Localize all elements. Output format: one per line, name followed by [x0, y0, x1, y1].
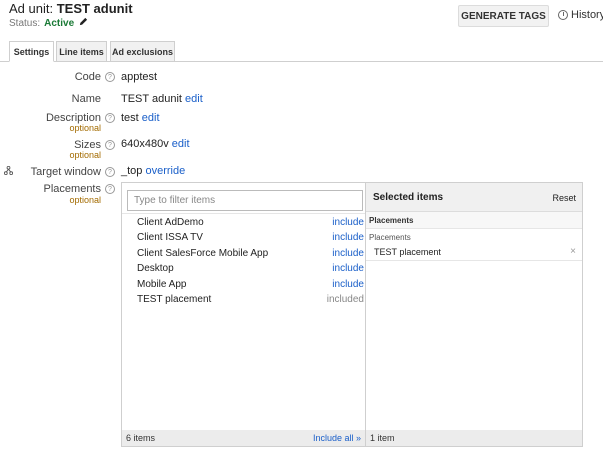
target-window-label: Target window [30, 166, 101, 178]
item-name: Client ISSA TV [137, 232, 203, 243]
description-optional: optional [69, 123, 101, 133]
tab-settings[interactable]: Settings [9, 41, 54, 62]
target-window-override-link[interactable]: override [145, 165, 185, 177]
available-items-pane: Client AdDemo include Client ISSA TV inc… [122, 183, 366, 446]
help-icon[interactable]: ? [105, 167, 115, 177]
available-footer: 6 items Include all » [122, 430, 365, 446]
include-link[interactable]: include [332, 279, 364, 290]
selected-title: Selected items [373, 192, 444, 203]
page-title: Ad unit: TEST adunit [9, 1, 133, 16]
include-all-link[interactable]: Include all » [313, 433, 361, 443]
help-icon[interactable]: ? [105, 72, 115, 82]
selected-item-name: TEST placement [374, 247, 441, 257]
sizes-edit-link[interactable]: edit [172, 138, 190, 150]
description-edit-link[interactable]: edit [142, 112, 160, 124]
sizes-row: 640x480v edit [121, 138, 190, 150]
item-name: Desktop [137, 263, 174, 274]
history-link[interactable]: History [558, 9, 603, 21]
placements-optional: optional [69, 195, 101, 205]
tab-ad-exclusions[interactable]: Ad exclusions [110, 41, 175, 62]
sizes-value: 640x480v [121, 138, 169, 150]
code-value: apptest [121, 71, 158, 83]
list-item: TEST placement included [137, 294, 364, 309]
list-item: Client SalesForce Mobile App include [137, 248, 364, 263]
include-link[interactable]: include [332, 232, 364, 243]
list-item: Client ISSA TV include [137, 232, 364, 247]
placements-label: Placements [43, 183, 101, 195]
divider [122, 213, 365, 214]
remove-icon[interactable]: × [570, 246, 576, 257]
list-item: Mobile App include [137, 279, 364, 294]
filter-input[interactable] [127, 190, 363, 211]
selected-items-pane: Selected items Reset Placements Placemen… [366, 183, 582, 446]
item-name: Client SalesForce Mobile App [137, 248, 269, 259]
group-header: Placements [366, 212, 582, 229]
selected-header: Selected items Reset [366, 183, 582, 212]
selected-item: TEST placement × [366, 244, 582, 261]
help-icon[interactable]: ? [105, 113, 115, 123]
status-badge: Active [44, 18, 75, 29]
history-label: History [571, 9, 603, 21]
status-label: Status: [9, 18, 41, 29]
selected-count: 1 item [366, 430, 582, 446]
item-name: Client AdDemo [137, 217, 204, 228]
name-edit-link[interactable]: edit [185, 93, 203, 105]
help-icon[interactable]: ? [105, 140, 115, 150]
generate-tags-button[interactable]: GENERATE TAGS [458, 5, 549, 27]
help-icon[interactable]: ? [105, 184, 115, 194]
item-name: TEST placement [137, 294, 212, 305]
list-item: Desktop include [137, 263, 364, 278]
item-name: Mobile App [137, 279, 187, 290]
code-label: Code [74, 71, 101, 83]
description-row: test edit [121, 112, 160, 124]
clock-icon [558, 10, 568, 20]
target-window-row: _top override [121, 165, 185, 177]
reset-button[interactable]: Reset [552, 193, 576, 203]
tab-line-items[interactable]: Line items [56, 41, 107, 62]
pencil-icon[interactable] [79, 17, 88, 29]
included-status: included [326, 294, 364, 305]
name-row: TEST adunit edit [121, 93, 203, 105]
title-name: TEST adunit [56, 1, 133, 16]
status-row: Status: Active [9, 17, 88, 29]
include-link[interactable]: include [332, 263, 364, 274]
group-label: Placements [369, 233, 411, 242]
include-link[interactable]: include [332, 248, 364, 259]
items-count: 6 items [126, 433, 156, 443]
target-window-value: _top [121, 165, 143, 177]
name-label: Name [71, 93, 101, 105]
description-value: test [121, 112, 139, 124]
include-link[interactable]: include [332, 217, 364, 228]
tab-bar: Settings Line items Ad exclusions [0, 41, 603, 62]
title-prefix: Ad unit: [9, 1, 54, 16]
placements-picker: Client AdDemo include Client ISSA TV inc… [121, 182, 583, 447]
name-value: TEST adunit [121, 93, 182, 105]
sizes-optional: optional [69, 150, 101, 160]
list-item: Client AdDemo include [137, 217, 364, 232]
